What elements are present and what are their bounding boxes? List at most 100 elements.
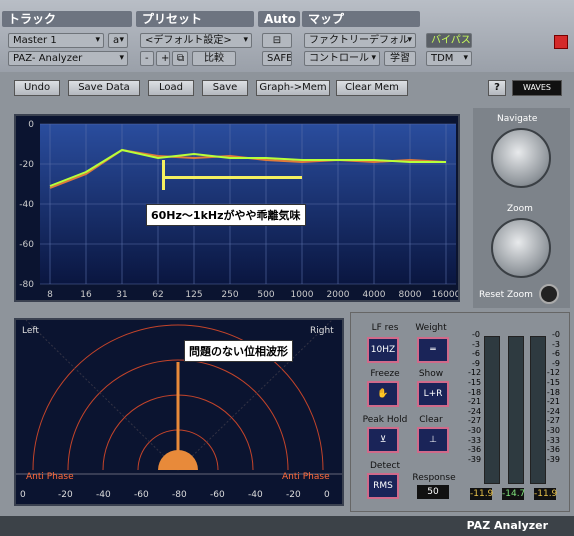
meter-scale-left: -0 -3 -6 -9 -12 -15 -18 -21 -24 -27 -30 -33 -36 -39 [468,330,482,464]
spectrum-y-tick: -60 [19,240,34,250]
meter-scale-tick: -15 [468,377,482,387]
meter-scale-right: -0 -3 -6 -9 -12 -15 -18 -21 -24 -27 -30 -33 -36 -39 [546,330,560,464]
navigate-knob[interactable] [491,128,551,188]
meter-center [508,336,524,484]
meter-scale-tick: -15 [546,377,560,387]
meter-scale-tick: -27 [546,416,560,426]
clear-icon[interactable]: ⊥ [417,427,449,453]
footer-title: PAZ Analyzer [466,519,548,532]
meter-scale-tick: -3 [552,339,560,349]
toolbar-area: トラック プリセット Auto マップ Master 1 a PAZ- Anal… [0,0,574,72]
meter-scale-tick: -36 [546,445,560,455]
spectrum-x-tick: 250 [221,290,238,300]
footer-bar: PAZ Analyzer [0,516,574,536]
navigate-label: Navigate [497,114,538,124]
meter-scale-tick: -9 [552,358,560,368]
spectrum-y-tick: -80 [19,280,34,290]
weight-button[interactable]: ═ [417,337,449,363]
meter-scale-tick: -0 [552,330,560,339]
phase-x-tick: -80 [172,490,187,500]
preset-minus-button[interactable]: - [140,51,154,66]
bypass-button[interactable]: バイパス [426,33,472,48]
spectrum-x-tick: 2000 [327,290,350,300]
show-label: Show [418,369,444,379]
phase-left-label: Left [22,326,39,336]
peak-hold-icon[interactable]: ⊻ [367,427,399,453]
format-select[interactable]: TDM [426,51,472,66]
map-header: マップ [302,11,420,27]
phase-x-tick: 0 [324,490,330,500]
meter-scale-tick: -30 [546,425,560,435]
preset-copy-icon[interactable]: ⧉ [172,51,188,66]
meter-scale-tick: -36 [468,445,482,455]
spectrum-y-tick: 0 [28,120,34,130]
zoom-label: Zoom [507,204,533,214]
help-button[interactable]: ? [488,80,506,96]
zoom-knob[interactable] [491,218,551,278]
phase-x-tick: -40 [248,490,263,500]
preset-header: プリセット [136,11,254,27]
weight-label: Weight [415,323,447,333]
freeze-label: Freeze [370,369,400,379]
save-data-button[interactable]: Save Data [68,80,140,96]
close-icon[interactable] [554,35,568,49]
meter-scale-tick: -21 [546,397,560,407]
preset-plus-button[interactable]: + [156,51,170,66]
detect-button[interactable]: RMS [367,473,399,499]
channel-select[interactable]: a [108,33,128,48]
meter-center-value: -14.7 [502,488,526,500]
load-button[interactable]: Load [148,80,194,96]
phase-blob [158,450,198,470]
automation-icon[interactable]: ⊟ [262,33,292,48]
spectrum-x-tick: 62 [152,290,163,300]
anti-phase-right: Anti Phase [282,472,330,482]
freeze-hand-icon[interactable]: ✋ [367,381,399,407]
reset-zoom-button[interactable] [539,284,559,304]
clear-mem-button[interactable]: Clear Mem [336,80,408,96]
meter-scale-tick: -9 [472,358,480,368]
spectrum-annotation: 60Hz～1kHzがやや乖離気味 [146,204,306,226]
phase-x-tick: -20 [58,490,73,500]
spectrum-x-tick: 31 [116,290,127,300]
phase-x-tick: 0 [20,490,26,500]
spectrum-x-tick: 16 [80,290,92,300]
meter-scale-tick: -39 [546,454,560,464]
spectrum-x-tick: 1000 [291,290,314,300]
anti-phase-left: Anti Phase [26,472,74,482]
plugin-select[interactable]: PAZ- Analyzer [8,51,128,66]
safe-button[interactable]: SAFE [262,51,292,66]
undo-button[interactable]: Undo [14,80,60,96]
phase-x-tick: -20 [286,490,301,500]
map-select[interactable]: ファクトリーデフォル [304,33,416,48]
meter-scale-tick: -24 [468,406,482,416]
reset-zoom-label: Reset Zoom [479,290,533,300]
lf-res-button[interactable]: 10HZ [367,337,399,363]
meter-scale-tick: -18 [468,387,482,397]
control-select[interactable]: コントロール [304,51,380,66]
meter-scale-tick: -27 [468,416,482,426]
response-field[interactable]: 50 [417,485,449,499]
clear-label: Clear [419,415,443,425]
meter-scale-tick: -33 [546,435,560,445]
meter-scale-tick: -39 [468,454,482,464]
auto-header: Auto [258,11,300,27]
phase-annotation: 問題のない位相波形 [184,340,293,362]
learn-button[interactable]: 学習 [384,51,416,66]
spectrum-y-tick: -40 [19,200,34,210]
range-bracket-left [162,160,165,190]
compare-button[interactable]: 比較 [192,51,236,66]
meter-scale-tick: -12 [546,368,560,378]
phase-x-tick: -60 [134,490,149,500]
spectrum-x-tick: 8 [47,290,53,300]
meter-scale-tick: -30 [468,425,482,435]
save-button[interactable]: Save [202,80,248,96]
show-button[interactable]: L+R [417,381,449,407]
track-select[interactable]: Master 1 [8,33,104,48]
preset-select[interactable]: <デフォルト設定> [140,33,252,48]
meter-left-value: -11.9 [470,488,494,500]
graph-mem-button[interactable]: Graph->Mem [256,80,330,96]
meter-scale-tick: -12 [468,368,482,378]
spectrum-y-tick: -20 [19,160,34,170]
spectrum-x-tick: 125 [185,290,202,300]
spectrum-x-tick: 16000 [432,290,458,300]
